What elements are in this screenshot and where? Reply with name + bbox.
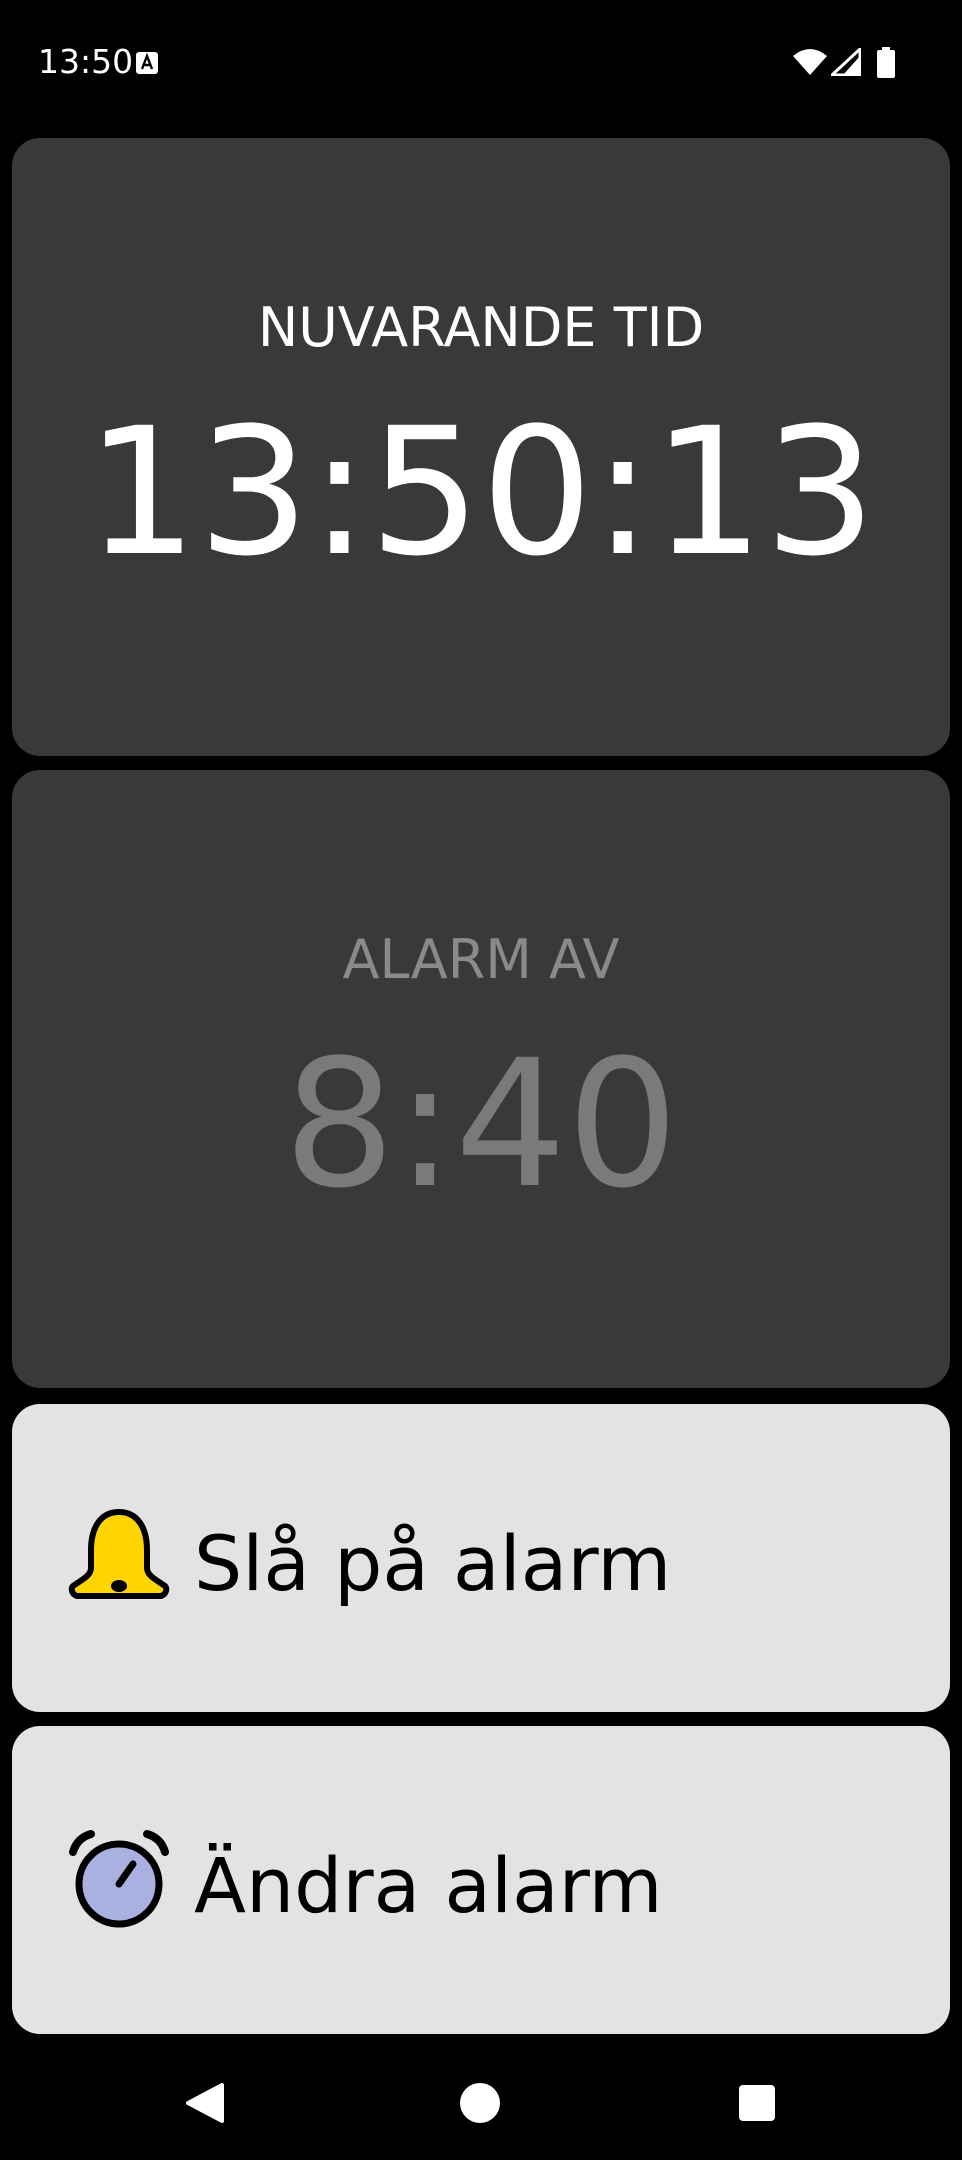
- recents-icon[interactable]: [738, 2084, 776, 2122]
- change-alarm-label: Ändra alarm: [194, 1841, 663, 1930]
- change-alarm-button[interactable]: Ändra alarm: [12, 1726, 950, 2034]
- alarm-status-title: ALARM AV: [342, 928, 620, 991]
- alarm-status-card: ALARM AV 8:40: [12, 770, 950, 1388]
- bell-icon: [68, 1509, 170, 1599]
- alarm-clock-icon: [69, 1830, 169, 1928]
- current-time-value: 13:50:13: [85, 390, 877, 595]
- wifi-icon: [793, 49, 827, 75]
- a-notification-icon: [136, 52, 158, 74]
- current-time-card: NUVARANDE TID 13:50:13: [12, 138, 950, 756]
- turn-on-alarm-button[interactable]: Slå på alarm: [12, 1404, 950, 1712]
- current-time-title: NUVARANDE TID: [257, 296, 705, 359]
- home-icon[interactable]: [459, 2082, 501, 2124]
- battery-icon: [877, 47, 895, 78]
- back-icon[interactable]: [182, 2081, 226, 2125]
- signal-icon: [831, 48, 861, 76]
- status-time: 13:50: [38, 42, 134, 81]
- status-bar: 13:50: [0, 0, 962, 124]
- navigation-bar: [0, 2040, 962, 2160]
- turn-on-alarm-label: Slå på alarm: [194, 1519, 672, 1608]
- alarm-time-value: 8:40: [283, 1022, 679, 1227]
